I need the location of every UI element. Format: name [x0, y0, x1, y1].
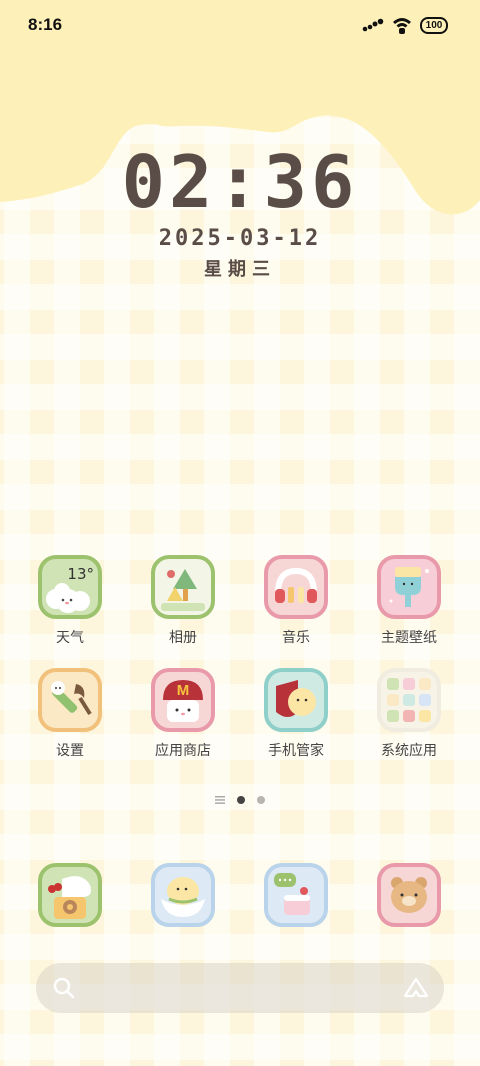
clock-weekday: 星期三: [204, 259, 276, 280]
app-label: 主题壁纸: [381, 630, 437, 646]
page-dot[interactable]: [257, 796, 265, 804]
app-music[interactable]: 音乐: [246, 555, 346, 647]
app-label: 音乐: [282, 630, 310, 646]
app-label: 系统应用: [381, 743, 437, 759]
app-themes[interactable]: 主题壁纸: [359, 555, 459, 647]
clock-date: 2025-03-12: [158, 226, 322, 251]
chick-bowl-icon: [151, 863, 215, 927]
app-label: 相册: [169, 630, 197, 646]
donut-icon: [38, 863, 102, 927]
dock-app-4[interactable]: [359, 863, 459, 927]
app-label: 设置: [56, 743, 84, 759]
phone-manager-icon: [264, 668, 328, 732]
store-logo: M: [176, 682, 190, 699]
signal-paw-icon: [362, 18, 384, 32]
status-bar: 8:16 100: [0, 0, 480, 50]
search-bar[interactable]: [36, 963, 444, 1013]
page-dot-active[interactable]: [237, 796, 245, 804]
gallery-icon: [151, 555, 215, 619]
chat-cake-icon: [264, 863, 328, 927]
app-label: 应用商店: [155, 743, 211, 759]
dock-app-3[interactable]: [246, 863, 346, 927]
assistant-icon[interactable]: [402, 976, 430, 1000]
app-weather[interactable]: 13° 天气: [20, 555, 120, 647]
page-indicator[interactable]: [0, 796, 480, 804]
app-store[interactable]: M 应用商店: [133, 668, 233, 760]
status-time: 8:16: [28, 15, 63, 34]
dock-app-1[interactable]: [20, 863, 120, 927]
dock-app-2[interactable]: [133, 863, 233, 927]
battery-icon: 100: [420, 16, 448, 34]
bear-icon: [377, 863, 441, 927]
wifi-icon: [393, 18, 411, 34]
app-label: 天气: [56, 630, 84, 646]
weather-icon: 13°: [38, 555, 102, 619]
music-icon: [264, 555, 328, 619]
app-system-folder[interactable]: 系统应用: [359, 668, 459, 760]
app-gallery[interactable]: 相册: [133, 555, 233, 647]
folder-icon: [377, 668, 441, 732]
app-phone-manager[interactable]: 手机管家: [246, 668, 346, 760]
settings-icon: [38, 668, 102, 732]
clock-time[interactable]: 02:36: [0, 140, 480, 224]
hamburger-icon: [215, 796, 225, 804]
themes-icon: [377, 555, 441, 619]
store-icon: M: [151, 668, 215, 732]
search-icon[interactable]: [52, 976, 76, 1000]
app-label: 手机管家: [268, 743, 324, 759]
status-icons: 100: [362, 16, 448, 34]
app-settings[interactable]: 设置: [20, 668, 120, 760]
